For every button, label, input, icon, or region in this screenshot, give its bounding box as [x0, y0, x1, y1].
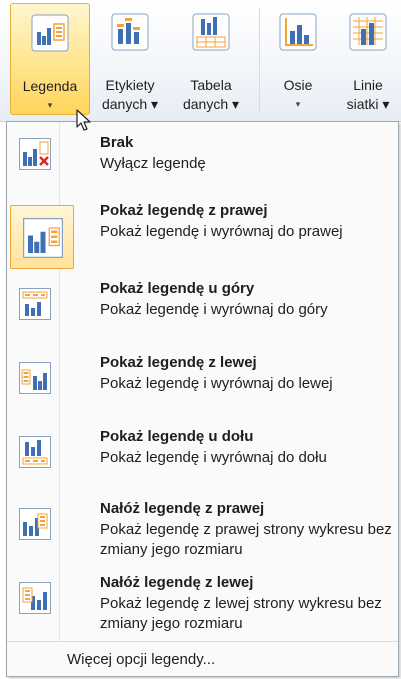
legend-overlay-left-icon — [15, 578, 55, 618]
menu-item-description: Pokaż legendę z prawej strony wykresu be… — [100, 521, 392, 558]
menu-item-title: Pokaż legendę u góry — [100, 280, 255, 297]
menu-separator — [7, 641, 398, 642]
more-legend-options-label: Więcej opcji legendy... — [67, 651, 216, 668]
data-table-button[interactable]: Tabela danych ▾ — [170, 3, 252, 113]
chevron-down-icon: ▾ — [295, 99, 301, 109]
mouse-cursor-icon — [76, 109, 91, 131]
legend-button-label: Legenda — [22, 78, 78, 94]
menu-item-title: Pokaż legendę z lewej — [100, 354, 257, 371]
gridlines-button[interactable]: Linie siatki ▾ — [338, 3, 398, 113]
ribbon: Legenda ▾ Etykiety danych ▾ Tabela danyc… — [0, 0, 401, 122]
menu-item-overlay-right[interactable]: Nałóż legendę z prawej Pokaż legendę z p… — [7, 494, 398, 566]
data-labels-button[interactable]: Etykiety danych ▾ — [90, 3, 170, 113]
legend-bottom-icon — [15, 432, 55, 472]
data-table-label-2: danych ▾ — [182, 96, 240, 112]
axes-label: Osie — [283, 77, 313, 93]
menu-item-none[interactable]: Brak Wyłącz legendę — [7, 128, 398, 180]
ribbon-separator — [259, 8, 260, 112]
menu-item-title: Pokaż legendę u dołu — [100, 428, 254, 445]
menu-item-description: Pokaż legendę i wyrównaj do prawej — [100, 223, 343, 240]
menu-item-legend-left[interactable]: Pokaż legendę z lewej Pokaż legendę i wy… — [7, 348, 398, 420]
legend-dropdown-menu: Brak Wyłącz legendę Pokaż legendę z praw… — [6, 121, 399, 677]
axes-button[interactable]: Osie ▾ — [266, 3, 330, 113]
legend-button[interactable]: Legenda ▾ — [10, 3, 90, 115]
gridlines-label-1: Linie — [353, 77, 383, 93]
data-table-label-1: Tabela — [190, 77, 232, 93]
menu-item-legend-bottom[interactable]: Pokaż legendę u dołu Pokaż legendę i wyr… — [7, 422, 398, 494]
legend-top-icon — [15, 284, 55, 324]
menu-item-legend-top[interactable]: Pokaż legendę u góry Pokaż legendę i wyr… — [7, 274, 398, 346]
data-table-icon — [192, 13, 230, 51]
data-labels-label-1: Etykiety — [105, 77, 155, 93]
menu-item-description: Pokaż legendę i wyrównaj do lewej — [100, 375, 333, 392]
menu-item-overlay-left[interactable]: Nałóż legendę z lewej Pokaż legendę z le… — [7, 568, 398, 640]
more-legend-options-link[interactable]: Więcej opcji legendy... — [67, 651, 215, 668]
menu-item-legend-right[interactable]: Pokaż legendę z prawej Pokaż legendę i w… — [7, 196, 398, 269]
menu-item-title: Nałóż legendę z prawej — [100, 500, 265, 517]
legend-right-icon — [10, 205, 74, 269]
menu-item-title: Nałóż legendę z lewej — [100, 574, 254, 591]
legend-overlay-right-icon — [15, 504, 55, 544]
legend-left-icon — [15, 358, 55, 398]
legend-icon — [31, 14, 69, 52]
gridlines-icon — [349, 13, 387, 51]
menu-item-title: Brak — [100, 134, 134, 151]
menu-item-description: Wyłącz legendę — [100, 155, 206, 172]
menu-item-description: Pokaż legendę i wyrównaj do dołu — [100, 449, 327, 466]
menu-item-title: Pokaż legendę z prawej — [100, 202, 268, 219]
data-labels-icon — [111, 13, 149, 51]
menu-item-description: Pokaż legendę i wyrównaj do góry — [100, 301, 328, 318]
data-labels-label-2: danych ▾ — [101, 96, 159, 112]
legend-none-icon — [15, 134, 55, 174]
axes-icon — [279, 13, 317, 51]
gridlines-label-2: siatki ▾ — [346, 96, 390, 112]
menu-item-description: Pokaż legendę z lewej strony wykresu bez… — [100, 595, 382, 632]
